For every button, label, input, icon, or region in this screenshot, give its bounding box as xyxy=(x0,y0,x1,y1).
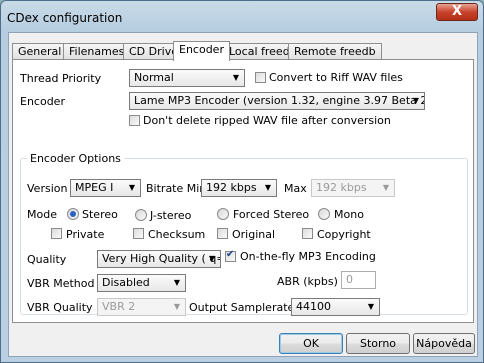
quality-value: Very High Quality ( q=0 ) xyxy=(102,252,220,265)
chevron-down-icon: ▼ xyxy=(264,183,271,192)
chevron-down-icon: ▼ xyxy=(232,73,239,82)
abr-input[interactable]: 0 xyxy=(341,271,376,289)
output-samplerate-label: Output Samplerate xyxy=(189,301,295,314)
chevron-down-icon: ▼ xyxy=(382,183,389,192)
vbr-quality-select[interactable]: VBR 2 ▼ xyxy=(97,298,186,316)
convert-riff-checkbox[interactable] xyxy=(255,72,266,83)
chevron-down-icon: ▼ xyxy=(412,96,419,105)
vbr-method-label: VBR Method xyxy=(27,277,95,290)
chevron-down-icon: ▼ xyxy=(367,302,374,311)
copyright-checkbox[interactable] xyxy=(302,228,313,239)
mode-mono-radio[interactable] xyxy=(318,208,330,220)
chevron-down-icon: ▼ xyxy=(173,278,180,287)
convert-riff-label: Convert to Riff WAV files xyxy=(269,71,403,84)
cancel-button[interactable]: Storno xyxy=(346,333,410,354)
vbr-method-value: Disabled xyxy=(102,276,150,289)
mode-forced-stereo-label: Forced Stereo xyxy=(233,208,310,221)
checksum-label: Checksum xyxy=(148,228,206,241)
original-checkbox[interactable] xyxy=(217,228,228,239)
max-label: Max xyxy=(284,182,307,195)
copyright-label: Copyright xyxy=(317,228,371,241)
encoder-label: Encoder xyxy=(20,95,65,108)
title-bar[interactable]: CDex configuration X xyxy=(1,1,483,31)
mode-forced-stereo-radio[interactable] xyxy=(217,208,229,220)
mode-stereo-label: Stereo xyxy=(82,208,118,221)
vbr-quality-label: VBR Quality xyxy=(27,301,93,314)
mode-label: Mode xyxy=(27,208,57,221)
tab-filenames[interactable]: Filenames xyxy=(63,43,131,60)
tab-general[interactable]: General xyxy=(12,43,68,60)
config-dialog: CDex configuration X General Filenames C… xyxy=(0,0,484,363)
bitrate-min-value: 192 kbps xyxy=(206,181,257,194)
dont-delete-checkbox[interactable] xyxy=(129,115,140,126)
output-samplerate-value: 44100 xyxy=(296,300,331,313)
thread-priority-select[interactable]: Normal ▼ xyxy=(129,69,245,87)
private-label: Private xyxy=(66,228,105,241)
abr-label: ABR (kpbs) xyxy=(277,275,338,288)
output-samplerate-select[interactable]: 44100 ▼ xyxy=(291,298,380,316)
encoder-value: Lame MP3 Encoder (version 1.32, engine 3… xyxy=(134,94,424,107)
onthefly-checkbox[interactable] xyxy=(225,249,236,262)
thread-priority-label: Thread Priority xyxy=(20,72,102,85)
bitrate-max-select[interactable]: 192 kbps ▼ xyxy=(311,179,395,197)
chevron-down-icon: ▼ xyxy=(128,183,135,192)
bitrate-max-value: 192 kbps xyxy=(316,181,367,194)
dont-delete-label: Don't delete ripped WAV file after conve… xyxy=(143,114,391,127)
close-icon: X xyxy=(451,4,463,19)
window-title: CDex configuration xyxy=(7,11,123,25)
encoder-select[interactable]: Lame MP3 Encoder (version 1.32, engine 3… xyxy=(129,92,425,110)
vbr-method-select[interactable]: Disabled ▼ xyxy=(97,274,186,292)
chevron-down-icon: ▼ xyxy=(208,254,215,263)
quality-select[interactable]: Very High Quality ( q=0 ) ▼ xyxy=(97,250,221,268)
close-button[interactable]: X xyxy=(436,3,478,21)
mode-jstereo-radio[interactable] xyxy=(135,209,147,221)
help-button[interactable]: Nápověda xyxy=(413,333,475,354)
thread-priority-value: Normal xyxy=(134,71,174,84)
bitrate-min-select[interactable]: 192 kbps ▼ xyxy=(201,179,277,197)
dialog-client-area: General Filenames CD Drive Encoder Local… xyxy=(8,32,478,357)
private-checkbox[interactable] xyxy=(51,228,62,239)
ok-button[interactable]: OK xyxy=(279,333,343,354)
mode-stereo-radio[interactable] xyxy=(67,208,79,220)
quality-label: Quality xyxy=(27,253,67,266)
version-select[interactable]: MPEG I ▼ xyxy=(70,179,141,197)
bitrate-min-label: Bitrate Min xyxy=(146,182,207,195)
encoder-options-title: Encoder Options xyxy=(27,152,124,165)
tab-encoder[interactable]: Encoder xyxy=(173,41,230,61)
mode-jstereo-label: J-stereo xyxy=(150,209,192,222)
mode-mono-label: Mono xyxy=(334,208,364,221)
version-value: MPEG I xyxy=(75,181,114,194)
tab-remote-freedb[interactable]: Remote freedb xyxy=(288,43,382,60)
encoder-options-group: Encoder Options Version MPEG I ▼ Bitrate… xyxy=(20,152,468,316)
vbr-quality-value: VBR 2 xyxy=(102,300,136,313)
original-label: Original xyxy=(232,228,276,241)
version-label: Version xyxy=(27,182,68,195)
chevron-down-icon: ▼ xyxy=(173,302,180,311)
onthefly-label: On-the-fly MP3 Encoding xyxy=(240,250,376,263)
checksum-checkbox[interactable] xyxy=(133,228,144,239)
encoder-tab-panel: Thread Priority Normal ▼ Convert to Riff… xyxy=(12,59,474,323)
